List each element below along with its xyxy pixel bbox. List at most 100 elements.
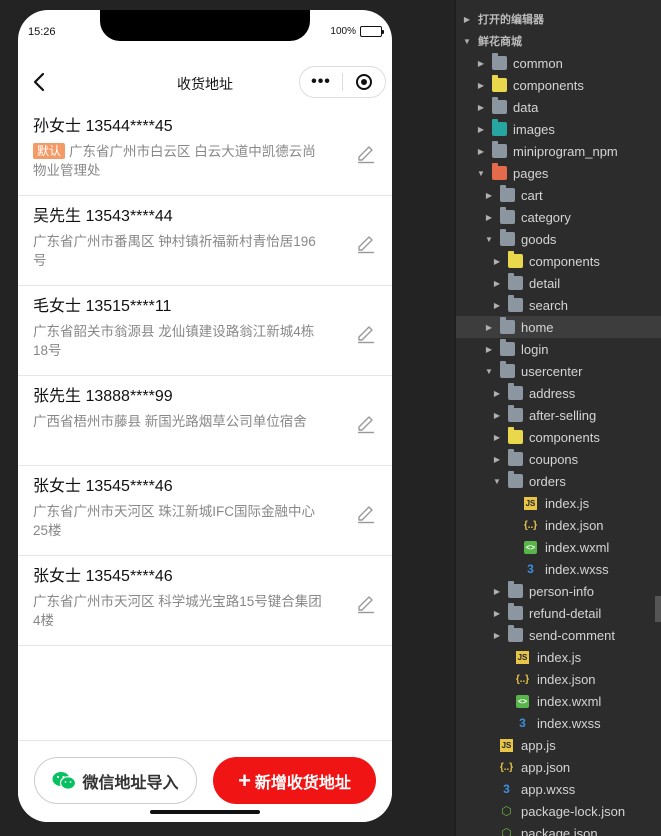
tree-folder[interactable]: ▶ components <box>456 74 661 96</box>
tree-file[interactable]: <> index.wxml <box>456 536 661 558</box>
add-address-button[interactable]: + 新增收货地址 <box>213 757 376 804</box>
edit-icon[interactable] <box>355 592 377 614</box>
default-badge: 默认 <box>33 143 66 159</box>
chevron-right-icon: ▶ <box>493 300 501 310</box>
explorer-section[interactable]: ▶ 打开的编辑器 <box>456 8 661 30</box>
tree-file[interactable]: {..} index.json <box>456 514 661 536</box>
address-contact: 吴先生 13543****44 <box>33 208 173 225</box>
tree-label: coupons <box>529 451 579 467</box>
tree-folder[interactable]: ▼ goods <box>456 228 661 250</box>
folder-icon <box>508 625 523 642</box>
more-menu-button[interactable]: ••• <box>300 67 342 97</box>
tree-file[interactable]: {..} index.json <box>456 668 661 690</box>
chevron-down-icon: ▼ <box>485 366 493 376</box>
wechat-import-button[interactable]: 微信地址导入 <box>34 757 197 804</box>
tree-folder[interactable]: ▶ components <box>456 250 661 272</box>
wxss-file-icon: 3 <box>519 716 526 730</box>
address-detail: 广东省广州市天河区 科学城光宝路15号键合集团4楼 <box>33 594 322 628</box>
explorer-scrollbar[interactable] <box>655 596 661 622</box>
tree-label: package-lock.json <box>521 803 626 819</box>
tree-label: index.wxml <box>537 693 602 709</box>
address-item[interactable]: 毛女士 13515****11 广东省韶关市翁源县 龙仙镇建设路翁江新城4栋18… <box>18 286 392 376</box>
folder-icon <box>500 317 515 334</box>
address-contact: 孙女士 13544****45 <box>33 118 173 135</box>
tree-folder[interactable]: ▼ orders <box>456 470 661 492</box>
tree-folder[interactable]: ▶ address <box>456 382 661 404</box>
chevron-right-icon: ▶ <box>493 410 501 420</box>
address-item[interactable]: 吴先生 13543****44 广东省广州市番禺区 钟村镇祈福新村青怡居196号 <box>18 196 392 286</box>
address-item[interactable]: 张女士 13545****46 广东省广州市天河区 科学城光宝路15号键合集团4… <box>18 556 392 646</box>
tree-file[interactable]: JS index.js <box>456 492 661 514</box>
tree-label: package.json <box>521 825 598 836</box>
folder-icon <box>492 119 507 136</box>
tree-file[interactable]: <> index.wxml <box>456 690 661 712</box>
tree-label: images <box>513 121 555 137</box>
tree-folder[interactable]: ▶ coupons <box>456 448 661 470</box>
tree-file[interactable]: 3 app.wxss <box>456 778 661 800</box>
tree-folder[interactable]: ▶ login <box>456 338 661 360</box>
tree-folder[interactable]: ▶ after-selling <box>456 404 661 426</box>
tree-label: index.json <box>537 671 596 687</box>
folder-icon <box>500 339 515 356</box>
chevron-right-icon: ▶ <box>493 454 501 464</box>
tree-file[interactable]: ⬡ package-lock.json <box>456 800 661 822</box>
tree-folder[interactable]: ▼ pages <box>456 162 661 184</box>
chevron-right-icon: ▶ <box>485 190 493 200</box>
address-item[interactable]: 张女士 13545****46 广东省广州市天河区 珠江新城IFC国际金融中心2… <box>18 466 392 556</box>
tree-file[interactable]: 3 index.wxss <box>456 558 661 580</box>
npmjs-file-icon: ⬡ <box>501 804 512 818</box>
tree-folder[interactable]: ▶ images <box>456 118 661 140</box>
tree-file[interactable]: JS app.js <box>456 734 661 756</box>
folder-icon <box>508 603 523 620</box>
tree-folder[interactable]: ▶ category <box>456 206 661 228</box>
wechat-icon <box>52 771 77 790</box>
tree-folder[interactable]: ▶ components <box>456 426 661 448</box>
edit-icon[interactable] <box>355 232 377 254</box>
folder-icon <box>508 405 523 422</box>
tree-folder[interactable]: ▶ cart <box>456 184 661 206</box>
tree-folder[interactable]: ▶ home <box>456 316 661 338</box>
tree-file[interactable]: {..} app.json <box>456 756 661 778</box>
battery-percent: 100% <box>330 26 356 37</box>
tree-file[interactable]: ⬡ package.json <box>456 822 661 836</box>
folder-icon <box>500 361 515 378</box>
folder-icon <box>500 229 515 246</box>
folder-icon <box>508 295 523 312</box>
tree-label: send-comment <box>529 627 615 643</box>
address-item[interactable]: 孙女士 13544****45 默认 广东省广州市白云区 白云大道中凯德云尚物业管… <box>18 106 392 196</box>
chevron-down-icon: ▼ <box>477 168 485 178</box>
tree-folder[interactable]: ▶ person-info <box>456 580 661 602</box>
chevron-right-icon: ▶ <box>485 212 493 222</box>
edit-icon[interactable] <box>355 142 377 164</box>
tree-folder[interactable]: ▶ data <box>456 96 661 118</box>
tree-folder[interactable]: ▶ common <box>456 52 661 74</box>
explorer-section[interactable]: ▼ 鲜花商城 <box>456 30 661 52</box>
edit-icon[interactable] <box>355 412 377 434</box>
address-detail: 广东省韶关市翁源县 龙仙镇建设路翁江新城4栋18号 <box>33 324 315 358</box>
folder-icon <box>508 251 523 268</box>
add-address-label: 新增收货地址 <box>254 774 351 792</box>
edit-icon[interactable] <box>355 322 377 344</box>
address-contact: 张女士 13545****46 <box>33 478 173 495</box>
chevron-right-icon: ▶ <box>493 586 501 596</box>
close-miniprogram-button[interactable] <box>343 67 385 97</box>
tree-folder[interactable]: ▶ send-comment <box>456 624 661 646</box>
chevron-right-icon: ▶ <box>493 278 501 288</box>
tree-folder[interactable]: ▼ usercenter <box>456 360 661 382</box>
tree-folder[interactable]: ▶ search <box>456 294 661 316</box>
tree-file[interactable]: JS index.js <box>456 646 661 668</box>
tree-file[interactable]: 3 index.wxss <box>456 712 661 734</box>
chevron-right-icon: ▶ <box>493 256 501 266</box>
status-time: 15:26 <box>28 26 56 38</box>
edit-icon[interactable] <box>355 502 377 524</box>
tree-folder[interactable]: ▶ detail <box>456 272 661 294</box>
address-item[interactable]: 张先生 13888****99 广西省梧州市藤县 新国光路烟草公司单位宿舍 <box>18 376 392 466</box>
address-detail: 广西省梧州市藤县 新国光路烟草公司单位宿舍 <box>33 414 307 429</box>
address-detail: 默认 广东省广州市白云区 白云大道中凯德云尚物业管理处 <box>33 142 323 180</box>
tree-folder[interactable]: ▶ refund-detail <box>456 602 661 624</box>
tree-folder[interactable]: ▶ miniprogram_npm <box>456 140 661 162</box>
file-explorer: ▶ 打开的编辑器 ▼ 鲜花商城 ▶ common ▶ components ▶ data ▶ imag… <box>455 0 661 836</box>
folder-icon <box>508 427 523 444</box>
